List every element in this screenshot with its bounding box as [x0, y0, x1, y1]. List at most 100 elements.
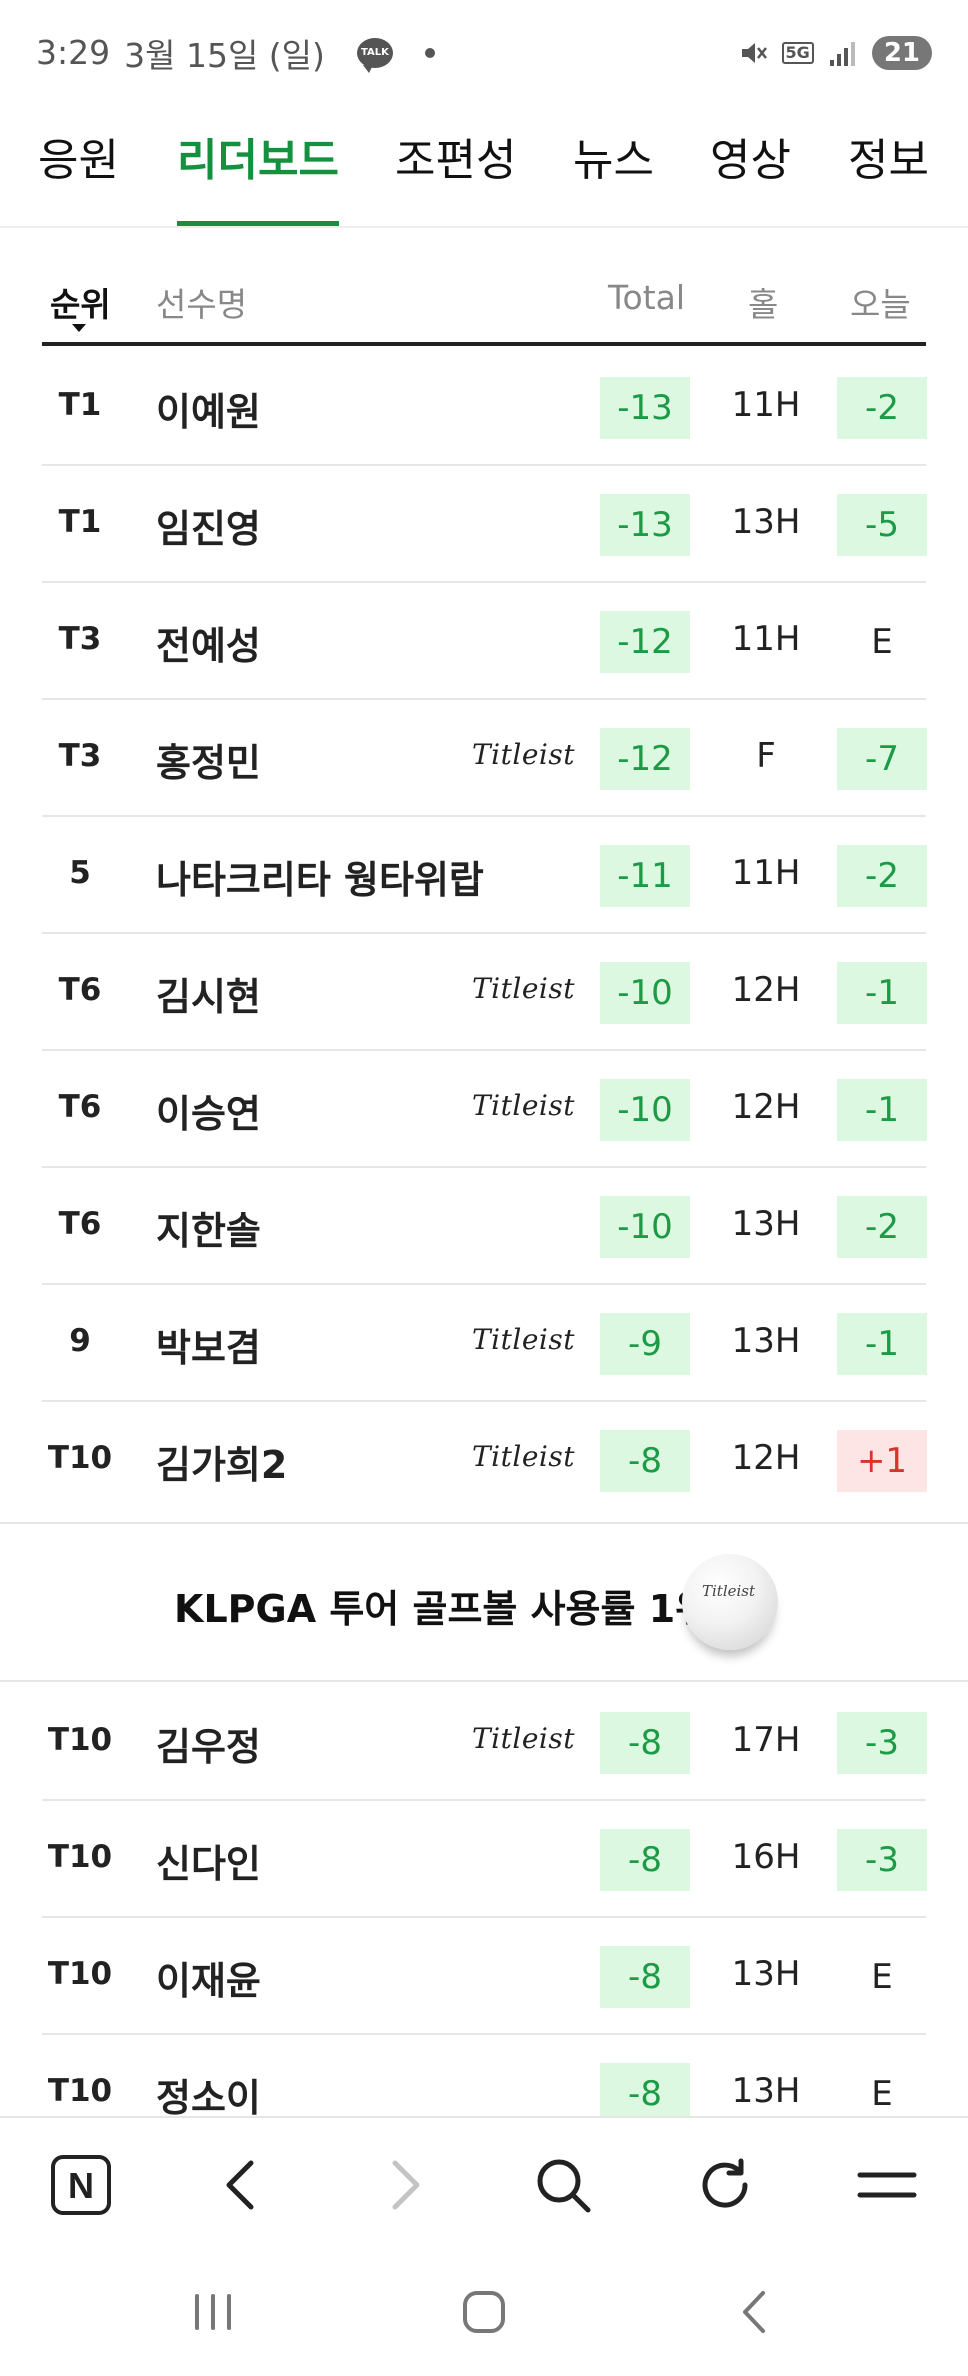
tab-cheer[interactable]: 응원 — [38, 124, 119, 226]
player-rank: 5 — [69, 855, 91, 891]
naver-n-letter: N — [68, 2165, 94, 2206]
player-rank: T3 — [58, 621, 102, 657]
titleist-sponsor-logo: Titleist — [472, 1722, 575, 1755]
leaderboard-row[interactable]: T6 김시현 -10 12H -1 Titleist — [42, 934, 927, 1051]
player-name: 신다인 — [156, 1842, 261, 1886]
holes-played: 13H — [731, 1954, 801, 1994]
tab-videos[interactable]: 영상 — [710, 124, 791, 226]
browser-toolbar: N — [0, 2116, 968, 2252]
total-score: -13 — [600, 377, 690, 439]
forward-arrow-icon[interactable] — [370, 2150, 440, 2220]
menu-icon[interactable] — [852, 2150, 922, 2220]
leaderboard-row[interactable]: T6 지한솔 -10 13H -2 — [42, 1168, 927, 1285]
player-name: 이승연 — [156, 1092, 261, 1136]
leaderboard-row[interactable]: T1 임진영 -13 13H -5 — [42, 466, 927, 583]
leaderboard-row[interactable]: T1 이예원 -13 11H -2 — [42, 349, 927, 466]
player-name: 전예성 — [156, 624, 261, 668]
total-score: -8 — [600, 1712, 690, 1774]
total-score: -8 — [600, 1430, 690, 1492]
back-arrow-icon[interactable] — [206, 2150, 276, 2220]
today-score: -2 — [837, 1196, 927, 1258]
titleist-sponsor-logo: Titleist — [472, 1089, 575, 1122]
leaderboard-header: 순위 선수명 Total 홀 오늘 — [42, 262, 926, 346]
titleist-sponsor-logo: Titleist — [472, 1440, 575, 1473]
player-name: 김가희2 — [156, 1443, 288, 1487]
status-left: 3:29 3월 15일 (일) TALK — [36, 29, 435, 77]
header-rank-sort[interactable]: 순위 — [50, 278, 111, 326]
status-time: 3:29 — [36, 33, 111, 72]
holes-played: 13H — [731, 1204, 801, 1244]
holes-played: 13H — [731, 502, 801, 542]
player-rank: 9 — [69, 1323, 91, 1359]
leaderboard-row[interactable]: T3 홍정민 -12 F -7 Titleist — [42, 700, 927, 817]
player-rank: T6 — [58, 972, 102, 1008]
today-score: -2 — [837, 845, 927, 907]
total-score: -9 — [600, 1313, 690, 1375]
back-icon[interactable] — [720, 2282, 790, 2342]
header-today: 오늘 — [850, 285, 911, 324]
titleist-sponsor-logo: Titleist — [472, 738, 575, 771]
header-total: Total — [608, 278, 686, 317]
holes-played: 17H — [731, 1720, 801, 1760]
leaderboard-row[interactable]: T10 김가희2 -8 12H +1 Titleist — [42, 1402, 927, 1519]
player-name: 김우정 — [156, 1725, 261, 1769]
total-score: -8 — [600, 1829, 690, 1891]
titleist-ad-banner[interactable]: KLPGA 투어 골프볼 사용률 1위 Titleist — [0, 1522, 968, 1682]
leaderboard-row[interactable]: T10 신다인 -8 16H -3 — [42, 1801, 927, 1918]
player-name: 이예원 — [156, 390, 261, 434]
player-rank: T10 — [47, 1956, 113, 1992]
leaderboard-row[interactable]: 5 나타크리타 웡타위랍 -11 11H -2 — [42, 817, 927, 934]
player-name: 임진영 — [156, 507, 261, 551]
talk-label: TALK — [360, 47, 389, 58]
leaderboard-row[interactable]: 9 박보겸 -9 13H -1 Titleist — [42, 1285, 927, 1402]
player-name: 지한솔 — [156, 1209, 261, 1253]
battery-level: 21 — [871, 35, 932, 70]
tab-news[interactable]: 뉴스 — [573, 124, 654, 226]
leaderboard-row[interactable]: T10 이재윤 -8 13H E — [42, 1918, 926, 2035]
signal-icon — [829, 41, 855, 66]
player-rank: T3 — [58, 738, 102, 774]
today-score: -5 — [837, 494, 927, 556]
player-rank: T6 — [58, 1089, 102, 1125]
home-icon[interactable] — [449, 2282, 519, 2342]
search-icon[interactable] — [528, 2150, 598, 2220]
player-name: 김시현 — [156, 975, 261, 1019]
golf-ball-image: Titleist — [682, 1554, 778, 1650]
player-rank: T1 — [58, 504, 102, 540]
today-score: -3 — [837, 1829, 927, 1891]
holes-played: 12H — [731, 1438, 801, 1478]
holes-played: F — [756, 736, 776, 776]
titleist-sponsor-logo: Titleist — [472, 972, 575, 1005]
leaderboard-row[interactable]: T10 김우정 -8 17H -3 Titleist — [42, 1684, 927, 1801]
player-rank: T10 — [47, 2073, 113, 2109]
header-hole: 홀 — [748, 285, 779, 324]
status-date: 3월 15일 (일) — [124, 35, 325, 75]
holes-played: 11H — [731, 619, 801, 659]
refresh-icon[interactable] — [690, 2150, 760, 2220]
leaderboard-row[interactable]: T3 전예성 -12 11H E — [42, 583, 926, 700]
tab-info[interactable]: 정보 — [848, 124, 929, 226]
leaderboard-row[interactable]: T6 이승연 -10 12H -1 Titleist — [42, 1051, 927, 1168]
banner-text: KLPGA 투어 골프볼 사용률 1위 — [174, 1587, 711, 1631]
today-score: -3 — [837, 1712, 927, 1774]
total-score: -13 — [600, 494, 690, 556]
tab-leaderboard[interactable]: 리더보드 — [177, 124, 339, 226]
holes-played: 12H — [731, 970, 801, 1010]
today-score: +1 — [837, 1430, 927, 1492]
sort-caret-icon — [72, 324, 86, 332]
today-score: -7 — [837, 728, 927, 790]
today-score: -1 — [837, 1313, 927, 1375]
tab-groupings[interactable]: 조편성 — [395, 124, 516, 226]
naver-n-icon[interactable]: N — [46, 2150, 116, 2220]
total-score: -10 — [600, 1079, 690, 1141]
today-score: -1 — [837, 962, 927, 1024]
total-score: -8 — [600, 1946, 690, 2008]
system-navigation-bar — [0, 2252, 968, 2376]
today-score: E — [871, 1957, 893, 1997]
player-name: 정소이 — [156, 2076, 261, 2120]
holes-played: 11H — [731, 853, 801, 893]
total-score: -12 — [600, 611, 690, 673]
recent-apps-icon[interactable] — [178, 2282, 248, 2342]
status-right: 5G 21 — [738, 35, 932, 70]
total-score: -11 — [600, 845, 690, 907]
